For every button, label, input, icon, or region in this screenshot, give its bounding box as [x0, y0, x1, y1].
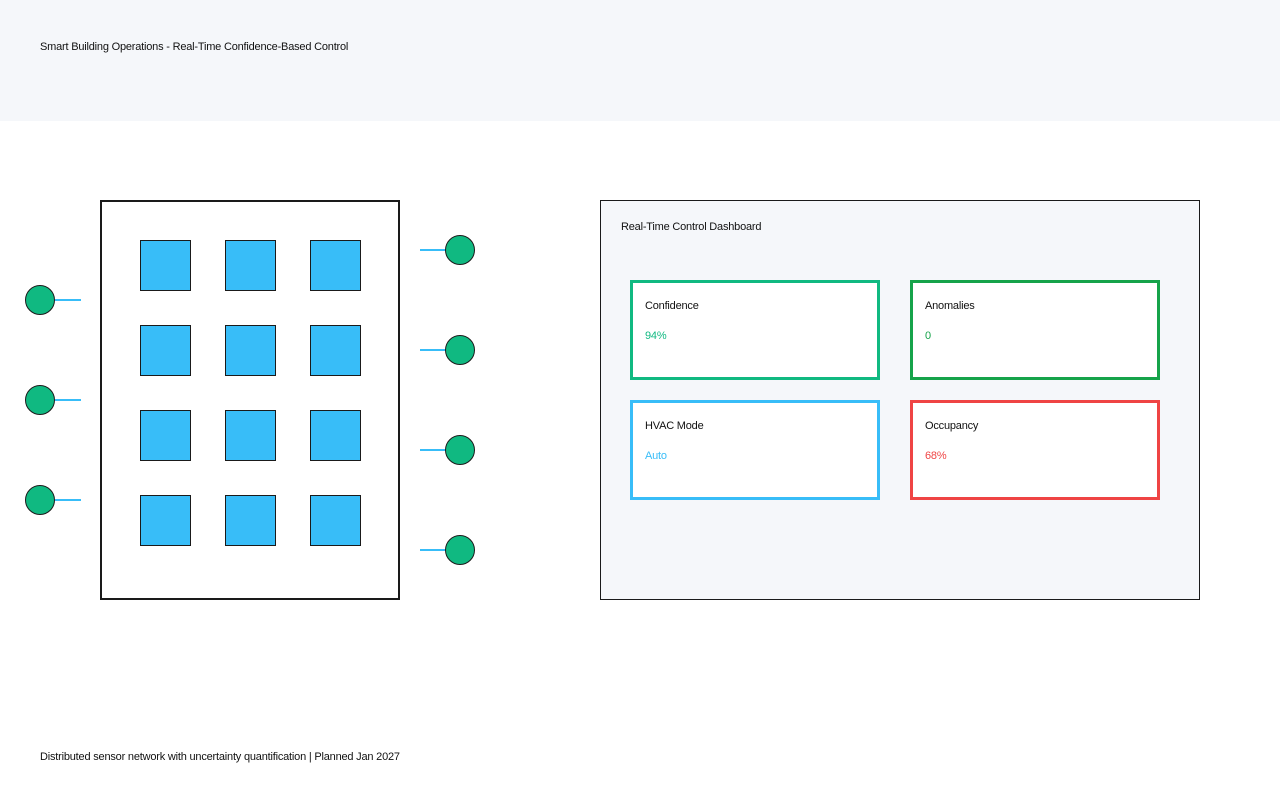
- sensor-node-right-1[interactable]: [445, 235, 475, 265]
- header-bar: Smart Building Operations - Real-Time Co…: [0, 0, 1280, 121]
- room-3-1[interactable]: [140, 410, 191, 461]
- card-label: Anomalies: [925, 300, 975, 312]
- room-1-3[interactable]: [310, 240, 361, 291]
- sensor-link: [55, 399, 81, 401]
- hvac-mode-card[interactable]: HVAC Mode Auto: [630, 400, 880, 500]
- card-label: HVAC Mode: [645, 420, 704, 432]
- sensor-link: [420, 249, 446, 251]
- sensor-node-right-4[interactable]: [445, 535, 475, 565]
- room-4-3[interactable]: [310, 495, 361, 546]
- room-1-2[interactable]: [225, 240, 276, 291]
- page-title: Smart Building Operations - Real-Time Co…: [40, 41, 349, 53]
- room-4-2[interactable]: [225, 495, 276, 546]
- room-1-1[interactable]: [140, 240, 191, 291]
- room-2-1[interactable]: [140, 325, 191, 376]
- card-value: 94%: [645, 330, 667, 342]
- card-value: 0: [925, 330, 931, 342]
- footer-note: Distributed sensor network with uncertai…: [40, 751, 400, 763]
- sensor-node-left-2[interactable]: [25, 385, 55, 415]
- card-label: Occupancy: [925, 420, 979, 432]
- sensor-node-right-3[interactable]: [445, 435, 475, 465]
- occupancy-card[interactable]: Occupancy 68%: [910, 400, 1160, 500]
- room-2-2[interactable]: [225, 325, 276, 376]
- sensor-link: [55, 499, 81, 501]
- room-3-2[interactable]: [225, 410, 276, 461]
- card-value: Auto: [645, 450, 667, 462]
- sensor-node-left-1[interactable]: [25, 285, 55, 315]
- confidence-card[interactable]: Confidence 94%: [630, 280, 880, 380]
- building-outline: [100, 200, 400, 600]
- room-2-3[interactable]: [310, 325, 361, 376]
- anomalies-card[interactable]: Anomalies 0: [910, 280, 1160, 380]
- dashboard-title: Real-Time Control Dashboard: [621, 221, 762, 233]
- card-label: Confidence: [645, 300, 699, 312]
- sensor-link: [420, 549, 446, 551]
- sensor-link: [55, 299, 81, 301]
- page: Smart Building Operations - Real-Time Co…: [0, 0, 1280, 800]
- room-3-3[interactable]: [310, 410, 361, 461]
- sensor-link: [420, 449, 446, 451]
- control-dashboard: Real-Time Control Dashboard Confidence 9…: [600, 200, 1200, 600]
- room-4-1[interactable]: [140, 495, 191, 546]
- sensor-node-right-2[interactable]: [445, 335, 475, 365]
- card-value: 68%: [925, 450, 947, 462]
- sensor-link: [420, 349, 446, 351]
- sensor-node-left-3[interactable]: [25, 485, 55, 515]
